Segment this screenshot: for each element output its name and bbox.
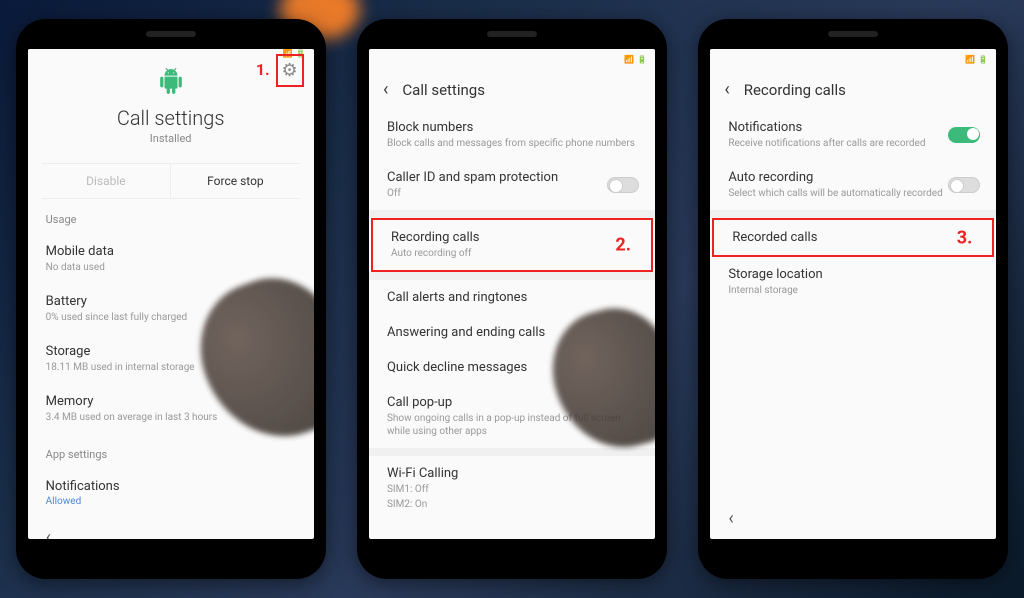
screen-2: 📶 🔋 ‹ Call settings Block numbers Block … [369,49,655,539]
battery-item[interactable]: Battery 0% used since last fully charged [28,284,314,334]
section-usage: Usage [28,199,314,234]
status-bar: 📶 🔋 [710,49,996,69]
disable-button[interactable]: Disable [42,164,171,198]
answering-item[interactable]: Answering and ending calls [369,315,655,350]
auto-recording-toggle[interactable] [948,177,980,193]
screen-3: 📶 🔋 ‹ Recording calls Notifications Rece… [710,49,996,539]
back-icon[interactable]: ‹ [724,79,729,100]
action-buttons: Disable Force stop [42,163,300,199]
status-bar: 📶 🔋 [369,49,655,69]
highlight-box-1: ⚙ [276,54,304,87]
notifications-item[interactable]: Notifications Receive notifications afte… [710,110,996,160]
highlight-box-3: Recorded calls 3. [712,218,994,257]
quick-decline-item[interactable]: Quick decline messages [369,350,655,385]
annotation-step-2: 2. [615,235,631,256]
battery-icon: 🔋 [637,55,647,64]
mobile-data-item[interactable]: Mobile data No data used [28,234,314,284]
phone-frame-1: 📶 🔋 1. ⚙ Call settings Installed Disable… [16,19,326,579]
section-app-settings: App settings [28,434,314,469]
page-title: Call settings [402,81,485,99]
notifications-toggle[interactable] [948,127,980,143]
block-numbers-item[interactable]: Block numbers Block calls and messages f… [369,110,655,160]
caller-id-item[interactable]: Caller ID and spam protection Off [369,160,655,210]
call-alerts-item[interactable]: Call alerts and ringtones [369,280,655,315]
phone-frame-3: 📶 🔋 ‹ Recording calls Notifications Rece… [698,19,1008,579]
signal-icon: 📶 [965,55,975,64]
screen-1: 📶 🔋 1. ⚙ Call settings Installed Disable… [28,49,314,539]
recorded-calls-item[interactable]: Recorded calls 3. [714,220,992,255]
highlight-box-2: Recording calls Auto recording off 2. [371,218,653,272]
annotation-step-1: 1. [256,60,270,79]
phone-frame-2: 📶 🔋 ‹ Call settings Block numbers Block … [357,19,667,579]
header-bar: ‹ Call settings [369,69,655,110]
call-popup-item[interactable]: Call pop-up Show ongoing calls in a pop-… [369,385,655,448]
divider [369,272,655,280]
divider [369,448,655,456]
divider [369,210,655,218]
wifi-calling-item[interactable]: Wi-Fi Calling SIM1: Off SIM2: On [369,456,655,521]
storage-item[interactable]: Storage 18.11 MB used in internal storag… [28,334,314,384]
signal-icon: 📶 [624,55,634,64]
battery-icon: 🔋 [978,55,988,64]
memory-item[interactable]: Memory 3.4 MB used on average in last 3 … [28,384,314,434]
back-button[interactable]: ‹ [28,517,314,539]
back-button[interactable]: ‹ [710,498,996,539]
page-title: Call settings [28,106,314,130]
force-stop-button[interactable]: Force stop [170,164,300,198]
auto-recording-item[interactable]: Auto recording Select which calls will b… [710,160,996,210]
divider [710,210,996,218]
notifications-item[interactable]: Notifications Allowed [28,469,314,517]
recording-calls-item[interactable]: Recording calls Auto recording off 2. [373,220,651,270]
app-info-header: 1. ⚙ Call settings Installed [28,58,314,163]
back-icon[interactable]: ‹ [383,79,388,100]
android-icon [156,68,186,94]
annotation-step-3: 3. [957,227,973,248]
storage-location-item[interactable]: Storage location Internal storage [710,257,996,307]
status-bar: 📶 🔋 [28,49,314,58]
header-bar: ‹ Recording calls [710,69,996,110]
caller-id-toggle[interactable] [607,177,639,193]
app-status: Installed [28,132,314,145]
page-title: Recording calls [744,81,846,99]
gear-icon[interactable]: ⚙ [282,60,298,81]
